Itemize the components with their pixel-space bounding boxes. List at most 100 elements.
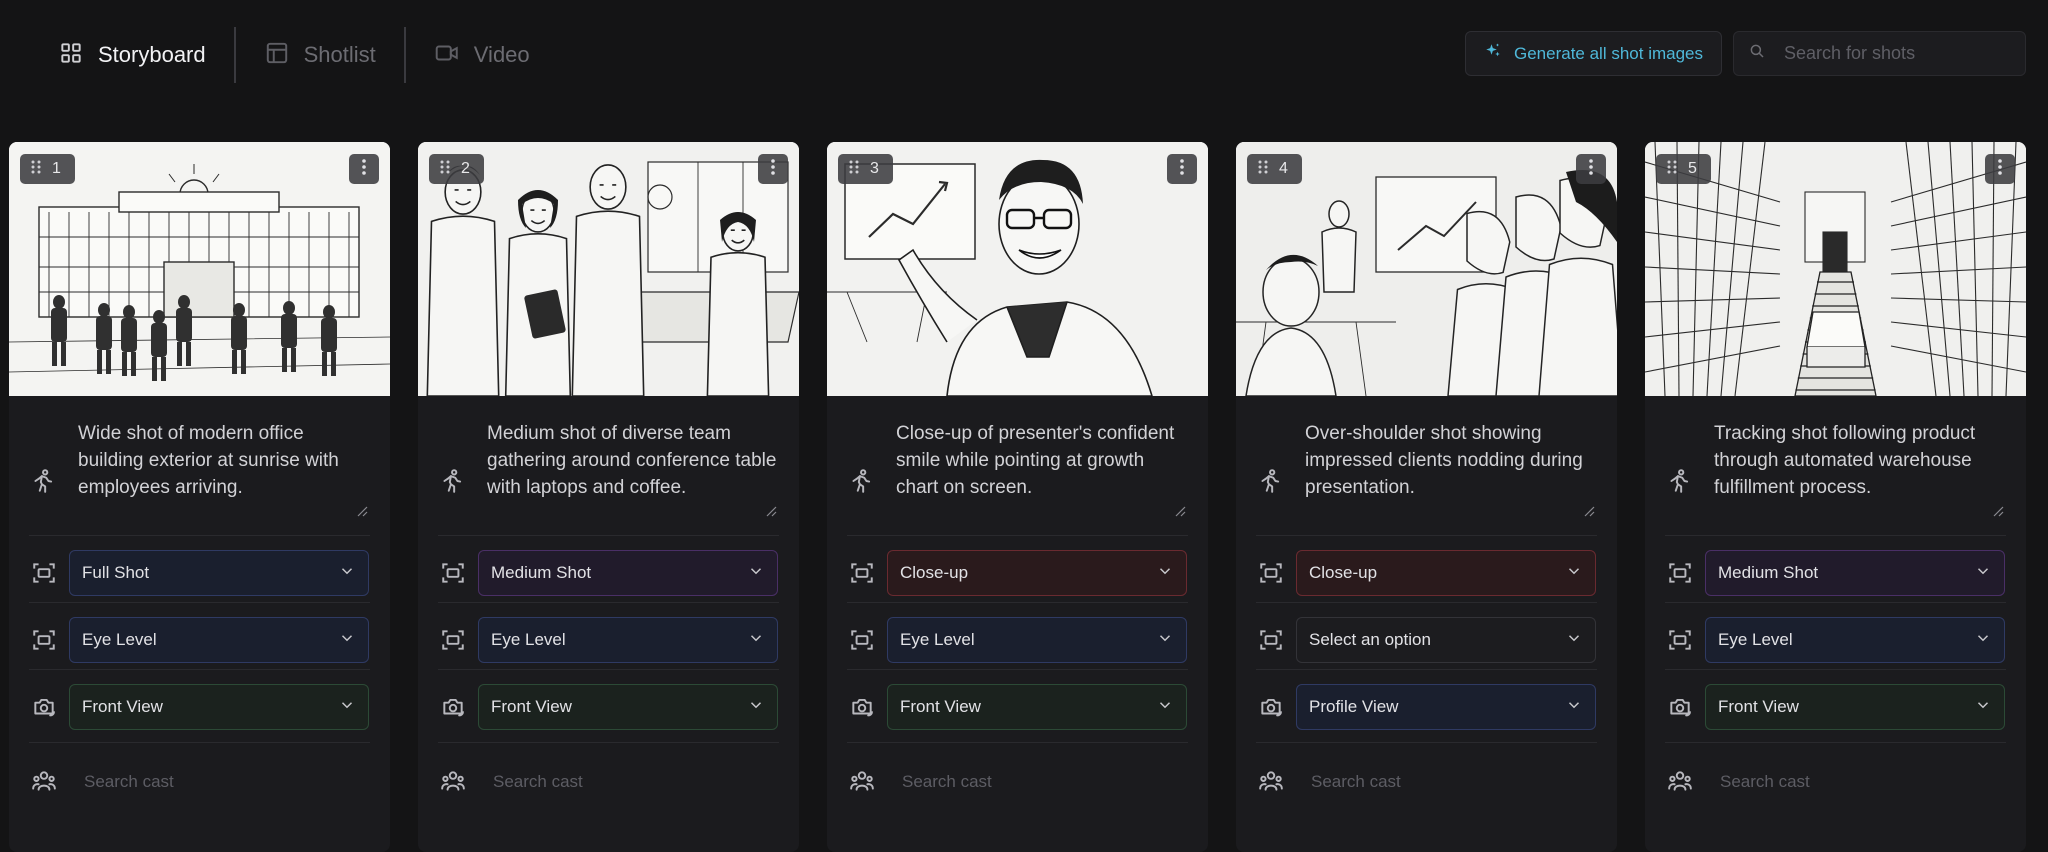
- shot-type-select[interactable]: Medium Shot: [1705, 550, 2005, 596]
- frame-focus-icon: [1667, 627, 1693, 653]
- cast-search-input[interactable]: [1718, 767, 2002, 797]
- shot-number-badge[interactable]: 5: [1656, 154, 1711, 184]
- action-runner-icon: [1666, 468, 1692, 494]
- chevron-down-icon: [1156, 562, 1186, 585]
- divider: [438, 742, 779, 743]
- camera-angle-select[interactable]: Eye Level: [69, 617, 369, 663]
- chevron-down-icon: [1974, 629, 2004, 652]
- shot-description[interactable]: Tracking shot following product through …: [1714, 420, 2006, 520]
- camera-view-row: Front View: [9, 684, 390, 730]
- shot-card-4: 4 Over-shoulder shot showing impressed c…: [1236, 142, 1617, 852]
- camera-angle-select[interactable]: Select an option: [1296, 617, 1596, 663]
- search-shots-input[interactable]: [1782, 42, 2025, 65]
- camera-angle-value: Select an option: [1309, 630, 1431, 649]
- divider: [438, 669, 779, 670]
- camera-view-select[interactable]: Front View: [69, 684, 369, 730]
- camera-view-select[interactable]: Profile View: [1296, 684, 1596, 730]
- cast-search-input[interactable]: [1309, 767, 1593, 797]
- cast-search-input[interactable]: [491, 767, 775, 797]
- users-icon: [440, 768, 466, 794]
- frame-focus-icon: [440, 560, 466, 586]
- more-options-button[interactable]: [758, 154, 788, 184]
- view-tabs: Storyboard Shotlist Video: [58, 26, 530, 84]
- camera-view-value: Front View: [900, 697, 981, 716]
- shot-description-row: Medium shot of diverse team gathering ar…: [418, 420, 799, 522]
- camera-angle-select[interactable]: Eye Level: [887, 617, 1187, 663]
- camera-view-value: Front View: [82, 697, 163, 716]
- camera-rotate-icon: [1258, 694, 1284, 720]
- shot-number: 4: [1279, 160, 1288, 177]
- cast-row: [9, 761, 390, 801]
- shot-type-value: Full Shot: [82, 563, 150, 582]
- shot-type-select[interactable]: Close-up: [1296, 550, 1596, 596]
- divider: [1256, 602, 1597, 603]
- resize-handle-icon[interactable]: [1992, 504, 2004, 517]
- action-runner-icon: [30, 468, 56, 494]
- shot-description[interactable]: Wide shot of modern office building exte…: [78, 420, 370, 520]
- shot-type-select[interactable]: Full Shot: [69, 550, 369, 596]
- cast-search-input[interactable]: [900, 767, 1184, 797]
- camera-angle-select[interactable]: Eye Level: [1705, 617, 2005, 663]
- shot-type-value: Close-up: [900, 563, 969, 582]
- resize-handle-icon[interactable]: [1174, 504, 1186, 517]
- shot-number-badge[interactable]: 3: [838, 154, 893, 184]
- resize-handle-icon[interactable]: [356, 504, 368, 517]
- camera-view-value: Front View: [1718, 697, 1799, 716]
- camera-view-select[interactable]: Front View: [1705, 684, 2005, 730]
- cast-search-input[interactable]: [82, 767, 366, 797]
- tab-storyboard[interactable]: Storyboard: [58, 26, 206, 84]
- frame-focus-icon: [31, 627, 57, 653]
- shot-card-1: 1 Wide shot of modern office building ex…: [9, 142, 390, 852]
- camera-view-select[interactable]: Front View: [887, 684, 1187, 730]
- divider: [847, 602, 1188, 603]
- camera-view-value: Front View: [491, 697, 572, 716]
- chevron-down-icon: [1974, 562, 2004, 585]
- shot-type-select[interactable]: Medium Shot: [478, 550, 778, 596]
- more-options-button[interactable]: [1985, 154, 2015, 184]
- chevron-down-icon: [1156, 696, 1186, 719]
- shot-number-badge[interactable]: 2: [429, 154, 484, 184]
- more-vertical-icon: [361, 158, 367, 181]
- more-options-button[interactable]: [1576, 154, 1606, 184]
- action-runner-icon: [439, 468, 465, 494]
- action-runner-icon: [848, 468, 874, 494]
- frame-focus-icon: [1258, 627, 1284, 653]
- camera-view-value: Profile View: [1309, 697, 1399, 716]
- more-vertical-icon: [1588, 158, 1594, 181]
- shot-description[interactable]: Over-shoulder shot showing impressed cli…: [1305, 420, 1597, 520]
- video-camera-icon: [434, 40, 460, 71]
- tab-shotlist[interactable]: Shotlist: [264, 26, 376, 84]
- divider: [847, 669, 1188, 670]
- drag-handle-icon: [1247, 159, 1270, 180]
- chevron-down-icon: [1565, 629, 1595, 652]
- shot-number-badge[interactable]: 4: [1247, 154, 1302, 184]
- shot-type-row: Close-up: [827, 550, 1208, 596]
- resize-handle-icon[interactable]: [1583, 504, 1595, 517]
- resize-handle-icon[interactable]: [765, 504, 777, 517]
- cast-row: [1645, 761, 2026, 801]
- chevron-down-icon: [338, 629, 368, 652]
- camera-angle-value: Eye Level: [1718, 630, 1793, 649]
- shot-description[interactable]: Close-up of presenter's confident smile …: [896, 420, 1188, 520]
- shot-description-row: Close-up of presenter's confident smile …: [827, 420, 1208, 522]
- camera-view-row: Front View: [827, 684, 1208, 730]
- shot-number-badge[interactable]: 1: [20, 154, 75, 184]
- more-options-button[interactable]: [349, 154, 379, 184]
- users-icon: [31, 768, 57, 794]
- frame-focus-icon: [31, 560, 57, 586]
- generate-all-images-button[interactable]: Generate all shot images: [1465, 31, 1722, 76]
- camera-view-row: Front View: [418, 684, 799, 730]
- chevron-down-icon: [338, 562, 368, 585]
- camera-angle-select[interactable]: Eye Level: [478, 617, 778, 663]
- tab-video[interactable]: Video: [434, 26, 530, 84]
- shot-type-select[interactable]: Close-up: [887, 550, 1187, 596]
- shot-description-row: Tracking shot following product through …: [1645, 420, 2026, 522]
- divider: [847, 742, 1188, 743]
- shot-number: 2: [461, 160, 470, 177]
- camera-rotate-icon: [440, 694, 466, 720]
- more-options-button[interactable]: [1167, 154, 1197, 184]
- shot-description[interactable]: Medium shot of diverse team gathering ar…: [487, 420, 779, 520]
- shot-type-value: Close-up: [1309, 563, 1378, 582]
- shot-type-row: Medium Shot: [418, 550, 799, 596]
- camera-view-select[interactable]: Front View: [478, 684, 778, 730]
